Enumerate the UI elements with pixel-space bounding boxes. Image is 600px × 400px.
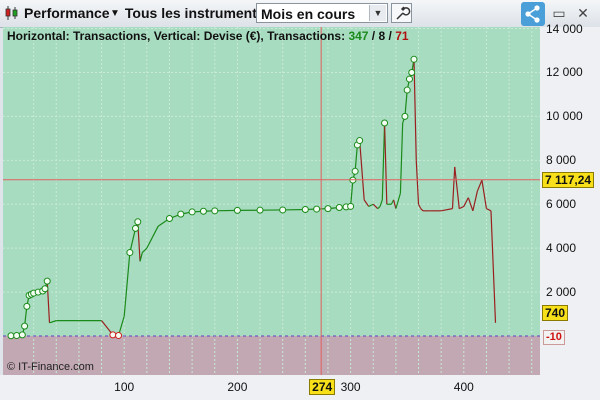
minimize-icon: ▭	[552, 5, 566, 21]
settings-button[interactable]	[391, 3, 412, 23]
instruments-label: Tous les instruments	[124, 5, 265, 21]
toolbar: Performance ▼ Tous les instruments Mois …	[0, 0, 600, 28]
high-trade-marker	[335, 204, 343, 212]
caption-sep2: /	[385, 29, 396, 43]
caption-sep1: /	[368, 29, 379, 43]
minimize-button[interactable]: ▭	[550, 4, 568, 22]
low-trade-marker	[109, 331, 117, 339]
high-trade-marker	[7, 332, 15, 340]
x-tick-label: 300	[340, 380, 361, 394]
high-trade-marker	[43, 277, 51, 285]
high-trade-marker	[132, 224, 140, 232]
y-tick-label: 2 000	[546, 285, 577, 300]
share-button[interactable]	[521, 2, 545, 26]
transactions-total: 347	[348, 29, 369, 43]
high-trade-marker	[403, 86, 411, 94]
high-trade-marker	[165, 215, 173, 223]
transactions-negative: 71	[395, 29, 409, 43]
profit-area	[3, 27, 540, 336]
high-trade-marker	[356, 137, 364, 145]
y-tick-label: 4 000	[546, 241, 577, 256]
candlestick-icon	[5, 6, 18, 20]
dropdown-arrow-icon: ▼	[110, 7, 120, 19]
y-tick-label: 12 000	[546, 65, 583, 80]
caption-prefix: Horizontal: Transactions, Vertical: Devi…	[7, 29, 349, 43]
high-trade-marker	[410, 55, 418, 63]
close-button[interactable]: ✕	[574, 4, 592, 22]
crosshair-x-value: 274	[309, 379, 336, 395]
high-trade-marker	[13, 332, 21, 340]
high-trade-marker	[21, 322, 29, 330]
high-trade-marker	[233, 206, 241, 214]
crosshair-y-value: 7 117,24	[542, 171, 595, 188]
high-trade-marker	[408, 68, 416, 76]
high-trade-marker	[313, 205, 321, 213]
high-trade-marker	[347, 202, 355, 210]
x-tick-label: 400	[453, 380, 474, 394]
instruments-dropdown[interactable]: ▼ Tous les instruments	[110, 3, 265, 23]
high-trade-marker	[301, 206, 309, 214]
high-trade-marker	[211, 207, 219, 215]
y-tick-label: 8 000	[546, 153, 577, 168]
high-trade-marker	[279, 206, 287, 214]
x-axis	[0, 375, 600, 400]
high-trade-marker	[256, 206, 264, 214]
high-trade-marker	[188, 208, 196, 216]
high-trade-marker	[351, 167, 359, 175]
high-trade-marker	[381, 119, 389, 127]
high-trade-marker	[41, 285, 49, 293]
high-trade-marker	[177, 210, 185, 218]
high-trade-marker	[23, 302, 31, 310]
period-select[interactable]: Mois en cours ▼	[256, 3, 388, 23]
share-icon	[525, 5, 540, 23]
y-tick-label: 10 000	[546, 109, 583, 124]
chevron-down-icon[interactable]: ▼	[369, 5, 386, 21]
performance-chart[interactable]	[3, 27, 540, 375]
y-tick-label: 14 000	[546, 21, 583, 36]
wrench-icon	[396, 6, 411, 20]
chart-caption: Horizontal: Transactions, Vertical: Devi…	[7, 29, 409, 43]
close-icon: ✕	[577, 5, 589, 21]
x-tick-label: 100	[114, 380, 135, 394]
min-value-badge: -10	[543, 330, 565, 345]
high-trade-marker	[324, 205, 332, 213]
last-value-badge: 740	[542, 304, 569, 321]
high-trade-marker	[405, 75, 413, 83]
high-trade-marker	[134, 218, 142, 226]
period-select-value: Mois en cours	[261, 6, 356, 22]
performance-label: Performance	[24, 5, 110, 21]
performance-button[interactable]: Performance	[4, 3, 110, 23]
high-trade-marker	[126, 249, 134, 257]
high-trade-marker	[401, 112, 409, 120]
high-trade-marker	[199, 207, 207, 215]
y-tick-label: 6 000	[546, 197, 577, 212]
x-tick-label: 200	[227, 380, 248, 394]
low-trade-marker	[115, 332, 123, 340]
copyright-text: © IT-Finance.com	[7, 361, 94, 373]
high-trade-marker	[18, 331, 26, 339]
